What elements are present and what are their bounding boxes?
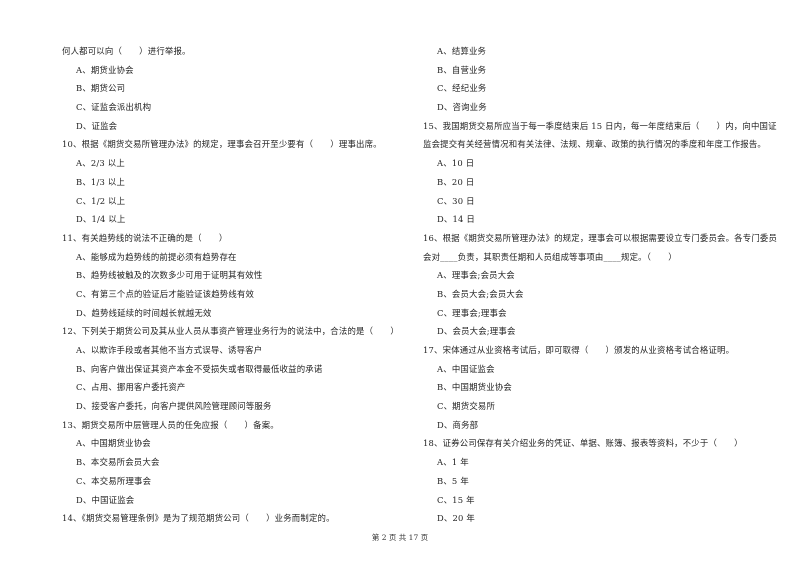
answer-option: D、会员大会;理事会 [437,326,516,337]
answer-option: A、结算业务 [437,46,487,56]
question-text: 17、宋体通过从业资格考试后，即可取得（ ）颁发的从业资格考试合格证明。 [423,345,735,355]
answer-option: D、趋势线延续的时间越长就越无效 [76,307,212,318]
answer-option: D、证监会 [76,120,118,131]
answer-option: C、1/2 以上 [76,195,126,206]
answer-option: D、接受客户委托，向客户提供风险管理顾问等服务 [76,401,272,412]
question-text: 会对____负责，其职责任期和人员组成等事项由____规定。（ ） [423,251,677,262]
answer-option: B、1/3 以上 [76,176,126,187]
question-text: 12、下列关于期货公司及其从业人员从事资产管理业务行为的说法中，合法的是（ ） [62,326,399,337]
answer-option: D、20 年 [437,513,475,524]
answer-option: A、能够成为趋势线的前提必须有趋势存在 [76,251,237,262]
right-column: A、结算业务 B、自营业务 C、经纪业务 D、咨询业务 15、我国期货交易所应当于每一季… [423,42,778,528]
answer-option: C、有第三个点的验证后才能验证该趋势线有效 [76,288,255,299]
page-footer: 第 2 页 共 17 页 [371,533,429,542]
answer-option: C、理事会;理事会 [437,307,507,318]
question-text: 13、期货交易所中层管理人员的任免应报（ ）备案。 [62,419,279,430]
answer-option: B、本交易所会员大会 [76,457,160,468]
answer-option: C、期货交易所 [437,401,496,412]
answer-option: C、30 日 [437,195,475,206]
answer-option: A、1 年 [437,457,469,468]
answer-option: B、中国期货业协会 [437,382,512,393]
answer-option: D、商务部 [437,419,479,430]
answer-option: C、证监会派出机构 [76,102,152,113]
question-text: 14、《期货交易管理条例》是为了规范期货公司（ ）业务而制定的。 [62,513,335,524]
answer-option: C、经纪业务 [437,83,487,94]
answer-option: A、理事会;会员大会 [437,270,515,281]
answer-option: A、中国证监会 [437,363,495,374]
answer-option: B、趋势线被触及的次数多少可用于证明其有效性 [76,270,263,281]
answer-option: A、10 日 [437,158,475,169]
answer-option: A、2/3 以上 [76,158,125,169]
answer-option: B、20 日 [437,176,475,187]
answer-option: C、本交易所理事会 [76,475,152,486]
left-column: 何人都可以向（ ）进行举报。 A、期货业协会 B、期货公司 C、证监会派出机构 D、证监… [62,42,402,528]
answer-option: B、向客户做出保证其资产本金不受损失或者取得最低收益的承诺 [76,363,323,374]
answer-option: D、1/4 以上 [76,214,126,225]
question-text: 18、证券公司保存有关介绍业务的凭证、单据、账簿、报表等资料，不少于（ ） [423,438,743,449]
answer-option: D、14 日 [437,214,475,225]
question-text: 16、根据《期货交易所管理办法》的规定，理事会可以根据需要设立专门委员会。各专门… [423,232,778,243]
answer-option: C、占用、挪用客户委托资产 [76,382,186,393]
question-text: 10、根据《期货交易所管理办法》的规定，理事会召开至少要有（ ）理事出席。 [62,139,382,150]
question-text: 何人都可以向（ ）进行举报。 [62,46,191,56]
answer-option: B、5 年 [437,475,469,486]
answer-option: B、期货公司 [76,83,126,94]
answer-option: B、自营业务 [437,64,487,75]
question-text: 监会提交有关经营情况和有关法律、法规、规章、政策的执行情况的季度和年度工作报告。 [423,139,766,150]
question-text: 11、有关趋势线的说法不正确的是（ ） [62,232,228,243]
question-text: 15、我国期货交易所应当于每一季度结束后 15 日内，每一年度结束后（ ）内，向… [423,120,777,131]
answer-option: D、中国证监会 [76,494,135,505]
answer-option: A、以欺诈手段或者其他不当方式误导、诱导客户 [76,345,263,355]
document-page: 何人都可以向（ ）进行举报。 A、期货业协会 B、期货公司 C、证监会派出机构 D、证监… [0,0,800,565]
answer-option: B、会员大会;会员大会 [437,288,524,299]
answer-option: D、咨询业务 [437,102,487,113]
answer-option: A、期货业协会 [76,64,134,75]
answer-option: A、中国期货业协会 [76,438,151,449]
answer-option: C、15 年 [437,494,475,505]
